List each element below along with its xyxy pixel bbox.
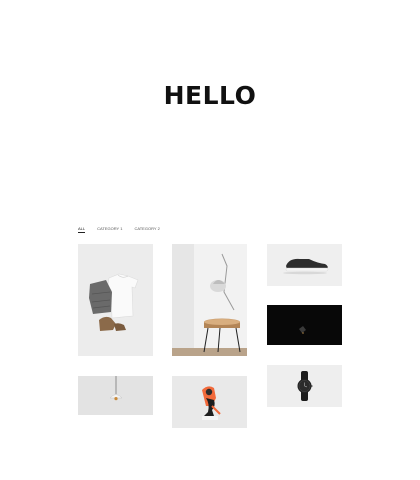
portfolio-item-pendant-lamp[interactable]: [78, 376, 153, 415]
desk-lamp-table-photo: [172, 244, 247, 356]
hero-title: HELLO: [163, 81, 257, 110]
portfolio-item-illustration[interactable]: [172, 376, 247, 428]
clothes-flatlay-photo: [78, 244, 153, 356]
dark-pendant-lamp-photo: [267, 305, 342, 345]
sneaker-photo: [267, 244, 342, 286]
wristwatch-photo: [267, 365, 342, 407]
pendant-lamp-photo: [78, 376, 153, 415]
filter-category-2[interactable]: CATEGORY 2: [134, 226, 159, 232]
portfolio-item-clothes[interactable]: [78, 244, 153, 356]
portfolio-item-desk-lamp[interactable]: [172, 244, 247, 356]
portfolio-item-sneaker[interactable]: [267, 244, 342, 286]
filter-category-1[interactable]: CATEGORY 1: [97, 226, 122, 232]
filter-all[interactable]: ALL: [78, 226, 86, 233]
portfolio-item-watch[interactable]: [267, 365, 342, 407]
portfolio-item-dark-lamp[interactable]: [267, 305, 342, 345]
portfolio-filter-bar: ALL CATEGORY 1 CATEGORY 2: [78, 224, 160, 234]
dancer-illustration-photo: [172, 376, 247, 428]
